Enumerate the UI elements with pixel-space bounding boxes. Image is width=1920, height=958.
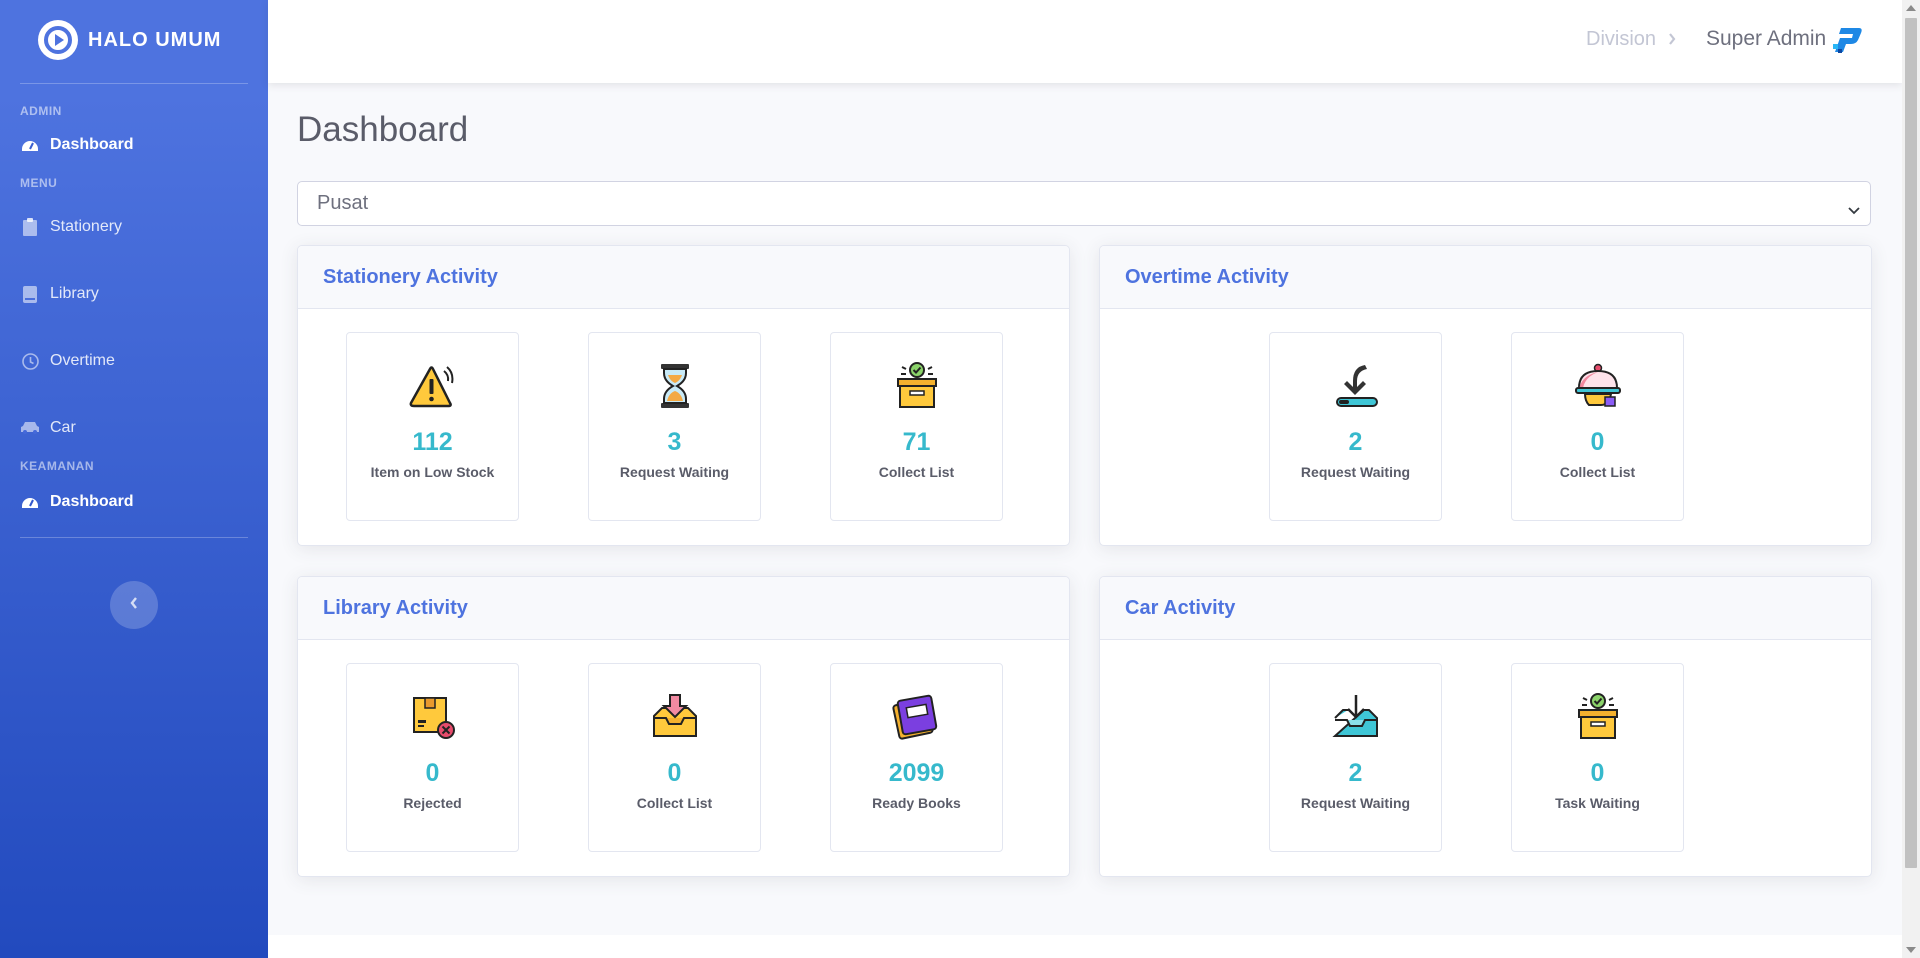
user-avatar-icon[interactable] [1831,24,1865,58]
card-title: Car Activity [1125,596,1236,619]
scroll-thumb[interactable] [1905,18,1917,868]
page-title: Dashboard [297,110,469,149]
tile-label: Ready Books [872,795,961,811]
brand-logo-icon [38,20,78,60]
overtime-tile-request-waiting[interactable]: 2 Request Waiting [1269,332,1442,521]
sidebar-item-car[interactable]: Car [0,417,268,439]
box-check-icon [892,361,942,411]
tile-value: 112 [412,428,453,456]
sidebar-item-stationery[interactable]: Stationery [0,216,268,238]
user-name[interactable]: Super Admin [1706,27,1826,51]
tray-download-icon [1331,692,1381,742]
card-title: Overtime Activity [1125,265,1289,288]
sidebar-item-keamanan-dashboard[interactable]: Dashboard [0,491,268,513]
scroll-up-icon[interactable] [1906,5,1916,11]
library-tile-rejected[interactable]: 0 Rejected [346,663,519,852]
card-title: Stationery Activity [323,265,498,288]
car-icon [20,418,40,438]
hourglass-icon [650,361,700,411]
tachometer-icon [20,135,40,155]
sidebar-item-library[interactable]: Library [0,283,268,305]
sidebar-divider [20,537,248,538]
brand[interactable]: HALO UMUM [0,0,268,80]
library-activity-card: Library Activity 0 Rejected 0 Collect Li… [297,576,1070,877]
sidebar-toggle-button[interactable] [110,581,158,629]
overtime-activity-card: Overtime Activity 2 Request Waiting 0 Co… [1099,245,1872,546]
branch-select-value: Pusat [317,192,369,214]
tile-label: Collect List [636,795,713,811]
sidebar: HALO UMUM ADMIN Dashboard MENU Stationer… [0,0,268,958]
tile-value: 2099 [888,759,945,787]
card-header: Stationery Activity [298,246,1069,309]
sidebar-item-label: Overtime [50,352,115,369]
inbox-down-icon [650,692,700,742]
tile-label: Task Waiting [1555,795,1640,811]
card-header: Overtime Activity [1100,246,1871,309]
book-icon [20,284,40,304]
stat-tile-low-stock[interactable]: 112 Item on Low Stock [346,332,519,521]
sidebar-item-overtime[interactable]: Overtime [0,350,268,372]
division-label: Division [1586,28,1657,50]
card-title: Library Activity [323,596,468,619]
chevron-right-icon [1668,28,1676,51]
sidebar-heading-keamanan: KEAMANAN [20,459,94,473]
card-header: Library Activity [298,577,1069,640]
sidebar-item-label: Car [50,419,76,436]
tile-label: Request Waiting [1300,464,1411,480]
clipboard-icon [20,217,40,237]
stat-tile-request-waiting[interactable]: 3 Request Waiting [588,332,761,521]
tile-value: 71 [902,428,931,456]
page-scrollbar[interactable] [1902,0,1920,958]
tile-label: Rejected [403,795,462,811]
division-dropdown[interactable]: Division [1586,28,1676,51]
branch-select[interactable]: Pusat [297,181,1871,226]
tile-value: 0 [667,759,682,787]
tachometer-icon [20,492,40,512]
topbar: Division Super Admin [268,0,1902,83]
sidebar-item-label: Dashboard [50,493,134,510]
chevron-left-icon [129,596,139,615]
tile-value: 3 [667,428,682,456]
library-tile-ready-books[interactable]: 2099 Ready Books [830,663,1003,852]
warning-icon [408,361,458,411]
tile-label: Collect List [878,464,955,480]
card-header: Car Activity [1100,577,1871,640]
tile-value: 0 [425,759,440,787]
overtime-tile-collect-list[interactable]: 0 Collect List [1511,332,1684,521]
tile-label: Item on Low Stock [370,464,495,480]
tile-label: Request Waiting [619,464,730,480]
books-icon [892,692,942,742]
box-check-icon [1573,692,1623,742]
chevron-down-icon [1848,198,1860,221]
tile-label: Request Waiting [1300,795,1411,811]
sidebar-heading-admin: ADMIN [20,104,62,118]
library-tile-collect-list[interactable]: 0 Collect List [588,663,761,852]
cloche-icon [1573,361,1623,411]
footer [268,935,1902,958]
sidebar-item-dashboard[interactable]: Dashboard [0,134,268,156]
brand-name: HALO UMUM [88,28,222,51]
tile-value: 2 [1348,759,1363,787]
sidebar-item-label: Stationery [50,218,123,235]
stationery-activity-card: Stationery Activity 112 Item on Low Stoc… [297,245,1070,546]
box-rejected-icon [408,692,458,742]
sidebar-divider [20,83,248,84]
tile-value: 0 [1590,759,1605,787]
scroll-down-icon[interactable] [1906,947,1916,953]
car-tile-request-waiting[interactable]: 2 Request Waiting [1269,663,1442,852]
sidebar-heading-menu: MENU [20,176,58,190]
sidebar-item-label: Dashboard [50,136,134,153]
car-activity-card: Car Activity 2 Request Waiting 0 Task Wa… [1099,576,1872,877]
clock-icon [20,351,40,371]
download-arrow-icon [1331,361,1381,411]
tile-value: 2 [1348,428,1363,456]
tile-label: Collect List [1559,464,1636,480]
stat-tile-collect-list[interactable]: 71 Collect List [830,332,1003,521]
tile-value: 0 [1590,428,1605,456]
sidebar-item-label: Library [50,285,99,302]
car-tile-task-waiting[interactable]: 0 Task Waiting [1511,663,1684,852]
